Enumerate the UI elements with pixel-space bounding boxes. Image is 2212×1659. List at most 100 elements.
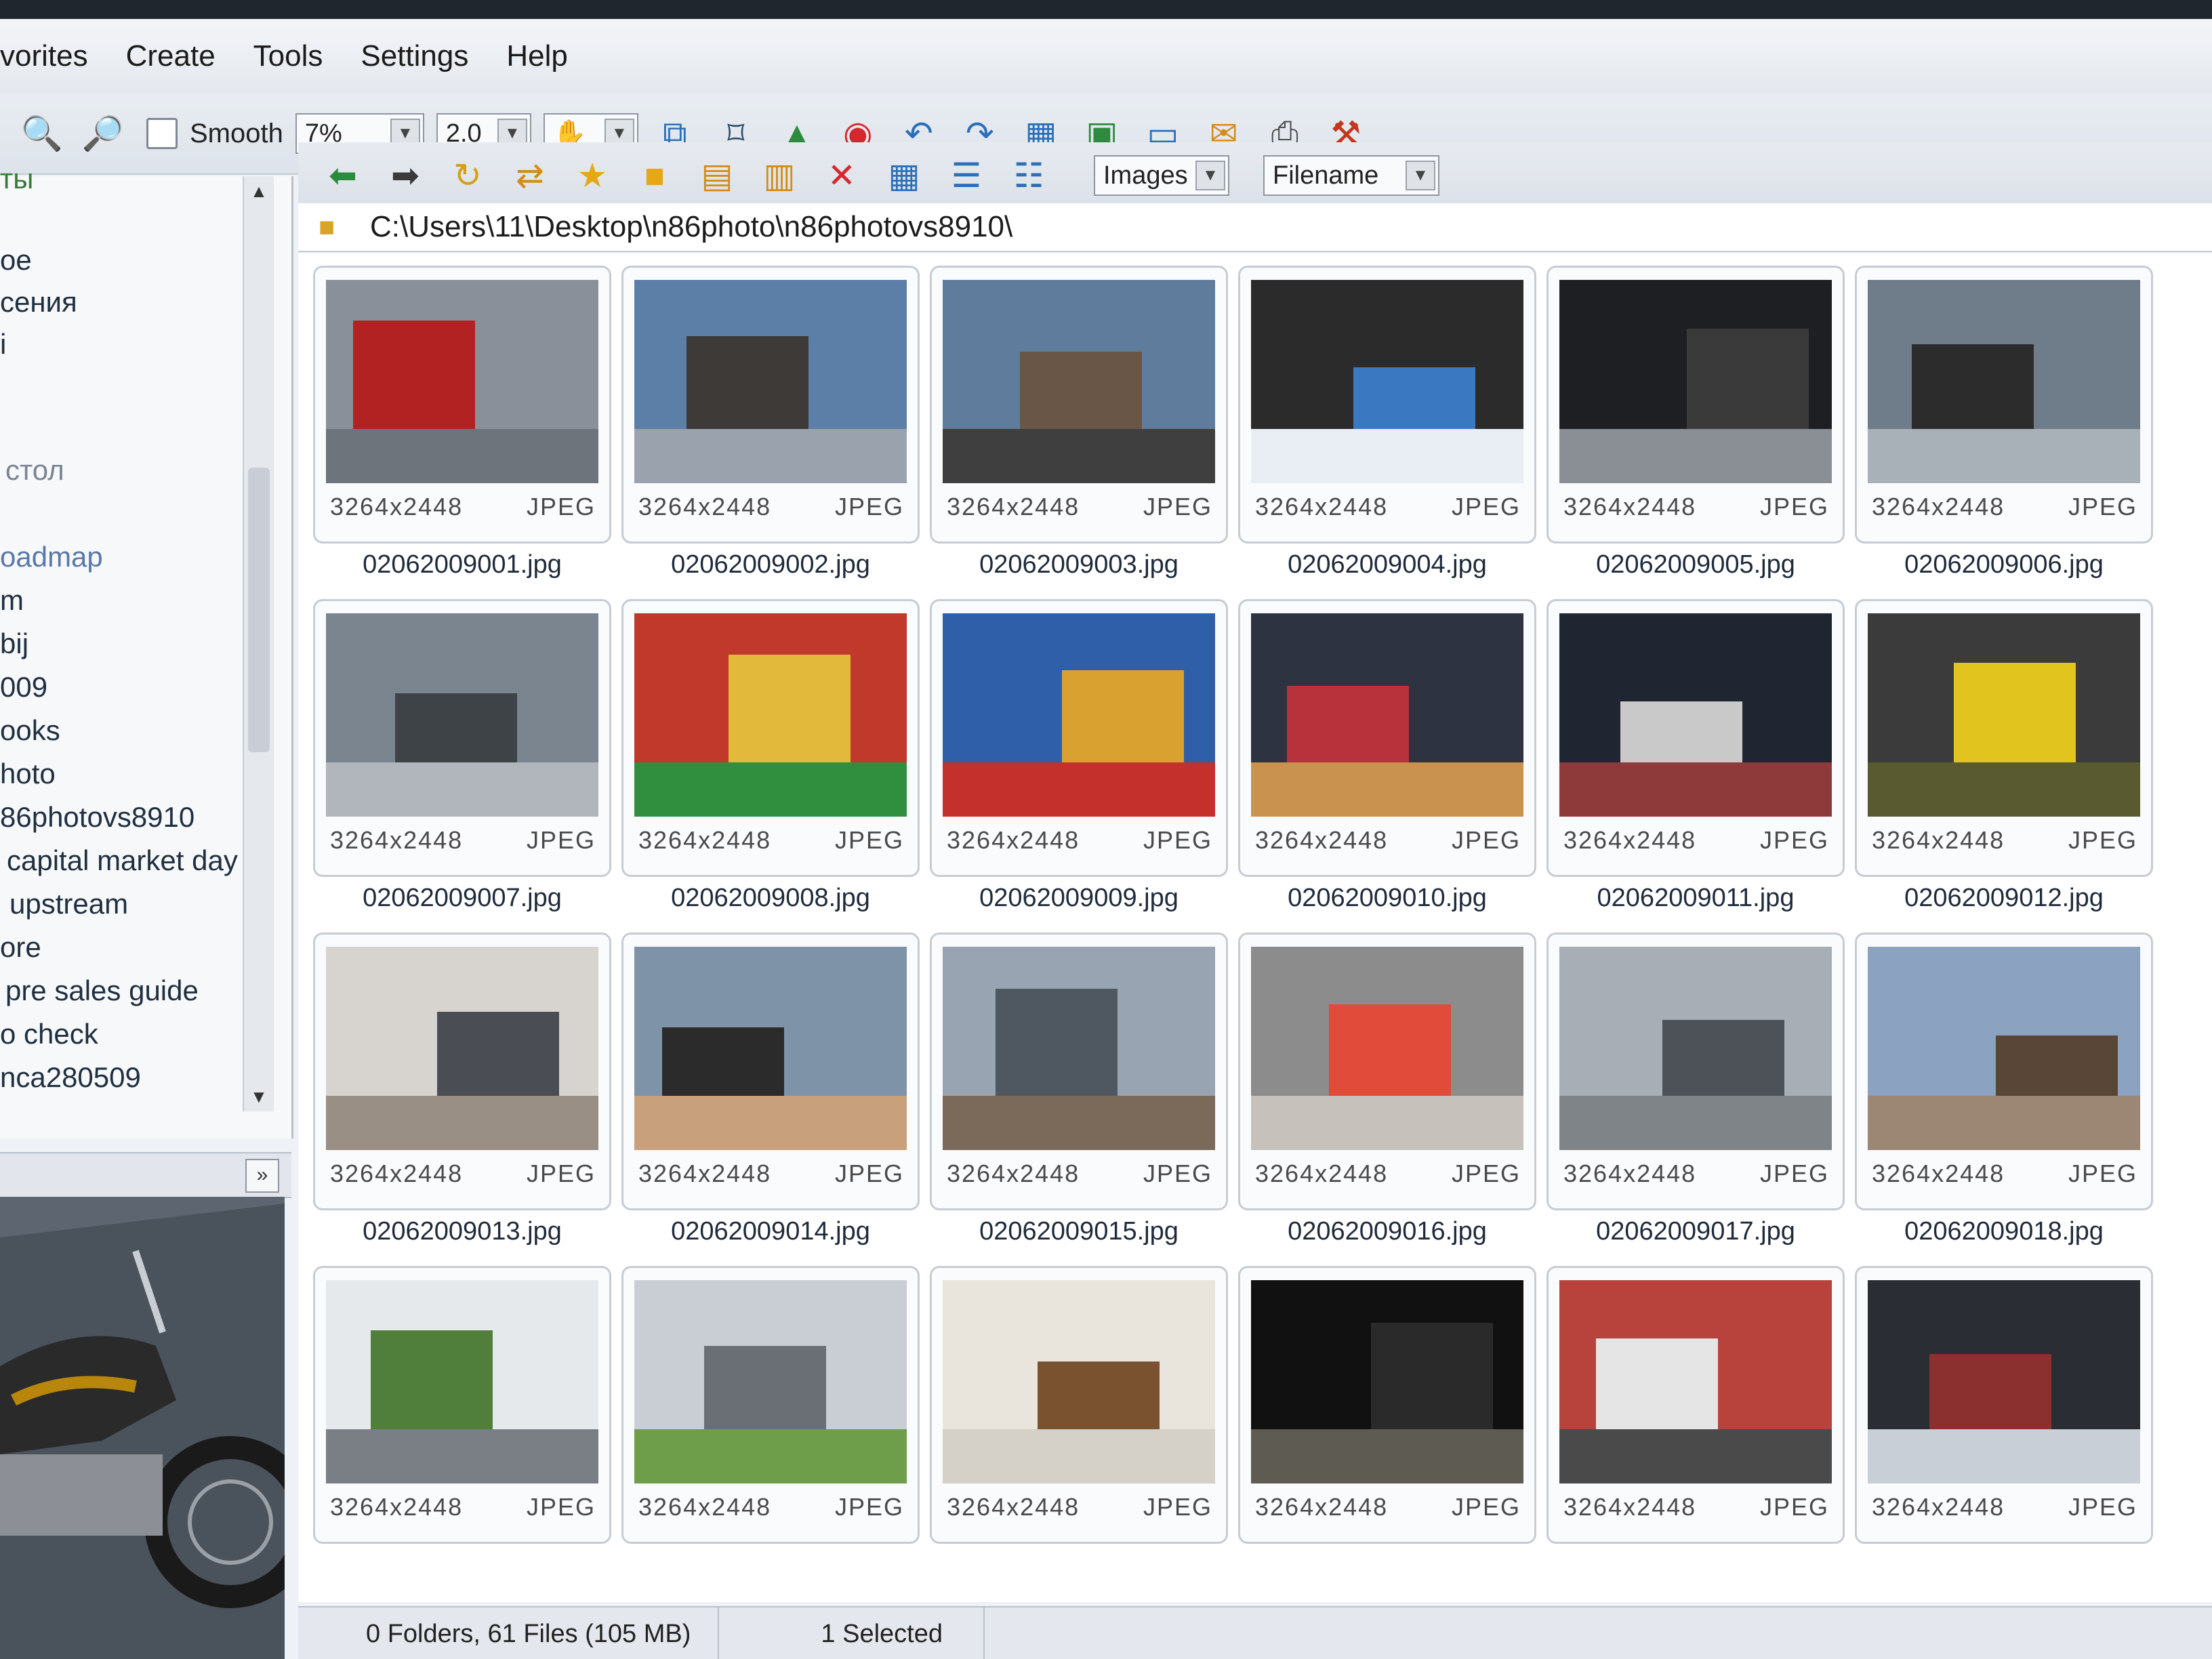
tree-item[interactable]: ое xyxy=(0,244,32,276)
scroll-up-icon[interactable]: ▲ xyxy=(244,176,274,206)
thumbnail-item[interactable]: 3264x2448 JPEG xyxy=(1238,1266,1536,1584)
back-icon[interactable]: ⬅ xyxy=(319,151,367,200)
thumbnail-item[interactable]: 3264x2448 JPEG 02062009018.jpg xyxy=(1855,933,2153,1251)
thumbnail-filename[interactable]: 02062009008.jpg xyxy=(621,884,920,913)
tree-item[interactable]: ore xyxy=(0,931,41,964)
chevron-down-icon[interactable]: ▼ xyxy=(1195,161,1225,190)
move-to-folder-icon[interactable]: ▥ xyxy=(755,151,804,200)
thumbnail-filename[interactable]: 02062009018.jpg xyxy=(1855,1217,2153,1246)
tree-item[interactable]: capital market day xyxy=(7,844,238,877)
thumbnail-frame[interactable]: 3264x2448 JPEG xyxy=(313,599,611,877)
thumbnail-item[interactable]: 3264x2448 JPEG 02062009004.jpg xyxy=(1238,266,1536,584)
filter-combo[interactable]: Images ▼ xyxy=(1094,155,1229,196)
thumbnail-filename[interactable]: 02062009004.jpg xyxy=(1238,550,1536,579)
tree-item[interactable]: o check xyxy=(0,1018,98,1050)
thumbnail-filename[interactable]: 02062009006.jpg xyxy=(1855,550,2153,579)
thumbnail-item[interactable]: 3264x2448 JPEG xyxy=(1855,1266,2153,1584)
thumbnail-item[interactable]: 3264x2448 JPEG 02062009011.jpg xyxy=(1547,599,1845,918)
collapse-icon[interactable]: » xyxy=(245,1159,279,1193)
thumbnail-item[interactable]: 3264x2448 JPEG 02062009016.jpg xyxy=(1238,933,1536,1251)
thumbnail-frame[interactable]: 3264x2448 JPEG xyxy=(1547,933,1845,1210)
zoom-out-icon[interactable]: 🔎 xyxy=(79,109,127,158)
thumbnail-item[interactable]: 3264x2448 JPEG 02062009005.jpg xyxy=(1547,266,1845,584)
folder-path[interactable]: C:\Users\11\Desktop\n86photo\n86photovs8… xyxy=(370,210,1012,244)
tree-item[interactable]: pre sales guide xyxy=(5,975,199,1007)
thumbnail-item[interactable]: 3264x2448 JPEG 02062009007.jpg xyxy=(313,599,611,918)
delete-icon[interactable]: ✕ xyxy=(817,151,866,200)
thumbnail-frame[interactable]: 3264x2448 JPEG xyxy=(1238,599,1536,877)
thumbnail-filename[interactable]: 02062009017.jpg xyxy=(1547,1217,1845,1246)
tree-item[interactable]: m xyxy=(0,584,24,617)
menu-help[interactable]: Help xyxy=(487,19,587,94)
thumbnail-frame[interactable]: 3264x2448 JPEG xyxy=(621,599,920,877)
thumbnail-filename[interactable]: 02062009011.jpg xyxy=(1547,884,1845,913)
tree-item[interactable]: hoto xyxy=(0,758,56,790)
thumbnail-frame[interactable]: 3264x2448 JPEG xyxy=(1855,1266,2153,1544)
thumbnail-frame[interactable]: 3264x2448 JPEG xyxy=(930,599,1228,877)
thumbnail-frame[interactable]: 3264x2448 JPEG xyxy=(1238,1266,1536,1544)
thumbnail-item[interactable]: 3264x2448 JPEG 02062009013.jpg xyxy=(313,933,611,1251)
address-bar[interactable]: ■ C:\Users\11\Desktop\n86photo\n86photov… xyxy=(298,203,2212,252)
thumbnail-frame[interactable]: 3264x2448 JPEG xyxy=(930,266,1228,544)
thumbnail-item[interactable]: 3264x2448 JPEG 02062009010.jpg xyxy=(1238,599,1536,918)
tree-item[interactable]: i xyxy=(0,328,6,361)
refresh-icon[interactable]: ↻ xyxy=(443,151,492,200)
thumbnail-item[interactable]: 3264x2448 JPEG 02062009002.jpg xyxy=(621,266,920,584)
favorites-star-icon[interactable]: ★ xyxy=(568,151,617,200)
thumbnail-item[interactable]: 3264x2448 JPEG xyxy=(621,1266,920,1584)
thumbnail-item[interactable]: 3264x2448 JPEG 02062009015.jpg xyxy=(930,933,1228,1251)
thumbnail-frame[interactable]: 3264x2448 JPEG xyxy=(313,933,611,1210)
thumbnail-frame[interactable]: 3264x2448 JPEG xyxy=(313,1266,611,1544)
thumbnail-item[interactable]: 3264x2448 JPEG xyxy=(1547,1266,1845,1584)
thumbnail-frame[interactable]: 3264x2448 JPEG xyxy=(1238,933,1536,1210)
thumbnail-item[interactable]: 3264x2448 JPEG 02062009009.jpg xyxy=(930,599,1228,918)
menu-create[interactable]: Create xyxy=(107,19,234,94)
thumbnail-filename[interactable]: 02062009013.jpg xyxy=(313,1217,611,1246)
thumbnail-frame[interactable]: 3264x2448 JPEG xyxy=(1238,266,1536,544)
thumbnail-item[interactable]: 3264x2448 JPEG 02062009008.jpg xyxy=(621,599,920,918)
thumbnail-frame[interactable]: 3264x2448 JPEG xyxy=(1855,933,2153,1210)
menu-settings[interactable]: Settings xyxy=(342,19,487,94)
tree-scrollbar[interactable]: ▲ ▼ xyxy=(243,176,274,1111)
chevron-down-icon[interactable]: ▼ xyxy=(1406,161,1435,190)
menu-tools[interactable]: Tools xyxy=(234,19,342,94)
tree-item[interactable]: сения xyxy=(0,286,77,319)
thumbnail-item[interactable]: 3264x2448 JPEG 02062009012.jpg xyxy=(1855,599,2153,918)
tree-item[interactable]: oadmap xyxy=(0,541,103,573)
forward-icon[interactable]: ➡ xyxy=(381,151,430,200)
tree-item[interactable]: upstream xyxy=(9,888,128,920)
tree-item[interactable]: 86photovs8910 xyxy=(0,801,194,834)
thumbnail-frame[interactable]: 3264x2448 JPEG xyxy=(621,933,920,1210)
thumbnail-item[interactable]: 3264x2448 JPEG 02062009003.jpg xyxy=(930,266,1228,584)
copy-to-folder-icon[interactable]: ▤ xyxy=(693,151,741,200)
thumbnail-item[interactable]: 3264x2448 JPEG 02062009017.jpg xyxy=(1547,933,1845,1251)
thumbnail-filename[interactable]: 02062009003.jpg xyxy=(930,550,1228,579)
thumbnail-frame[interactable]: 3264x2448 JPEG xyxy=(930,933,1228,1210)
details-view-icon[interactable]: ☷ xyxy=(1004,151,1053,200)
tree-item[interactable]: 009 xyxy=(0,671,47,703)
thumbnail-frame[interactable]: 3264x2448 JPEG xyxy=(930,1266,1228,1544)
tree-item[interactable]: стол xyxy=(5,454,64,487)
thumbnail-item[interactable]: 3264x2448 JPEG 02062009014.jpg xyxy=(621,933,920,1251)
new-folder-icon[interactable]: ■ xyxy=(630,151,679,200)
sync-icon[interactable]: ⇄ xyxy=(506,151,554,200)
tree-item[interactable]: ooks xyxy=(0,714,60,747)
thumbnail-frame[interactable]: 3264x2448 JPEG xyxy=(313,266,611,544)
thumbnail-frame[interactable]: 3264x2448 JPEG xyxy=(621,266,920,544)
thumbnail-filename[interactable]: 02062009010.jpg xyxy=(1238,884,1536,913)
list-view-icon[interactable]: ☰ xyxy=(942,151,991,200)
thumbnail-filename[interactable]: 02062009016.jpg xyxy=(1238,1217,1536,1246)
thumbnail-filename[interactable]: 02062009014.jpg xyxy=(621,1217,920,1246)
thumbnail-item[interactable]: 3264x2448 JPEG 02062009006.jpg xyxy=(1855,266,2153,584)
tree-item[interactable]: nca280509 xyxy=(0,1061,141,1094)
thumbnail-filename[interactable]: 02062009012.jpg xyxy=(1855,884,2153,913)
thumbnail-view-icon[interactable]: ▦ xyxy=(880,151,928,200)
thumbnail-item[interactable]: 3264x2448 JPEG xyxy=(930,1266,1228,1584)
smooth-checkbox[interactable] xyxy=(146,118,178,149)
tree-item[interactable]: bij xyxy=(0,628,28,660)
thumbnail-frame[interactable]: 3264x2448 JPEG xyxy=(1547,266,1845,544)
thumbnail-frame[interactable]: 3264x2448 JPEG xyxy=(1547,599,1845,877)
menu-favorites[interactable]: vorites xyxy=(0,19,107,94)
tree-item[interactable]: ты xyxy=(0,163,33,195)
thumbnail-item[interactable]: 3264x2448 JPEG 02062009001.jpg xyxy=(313,266,611,584)
